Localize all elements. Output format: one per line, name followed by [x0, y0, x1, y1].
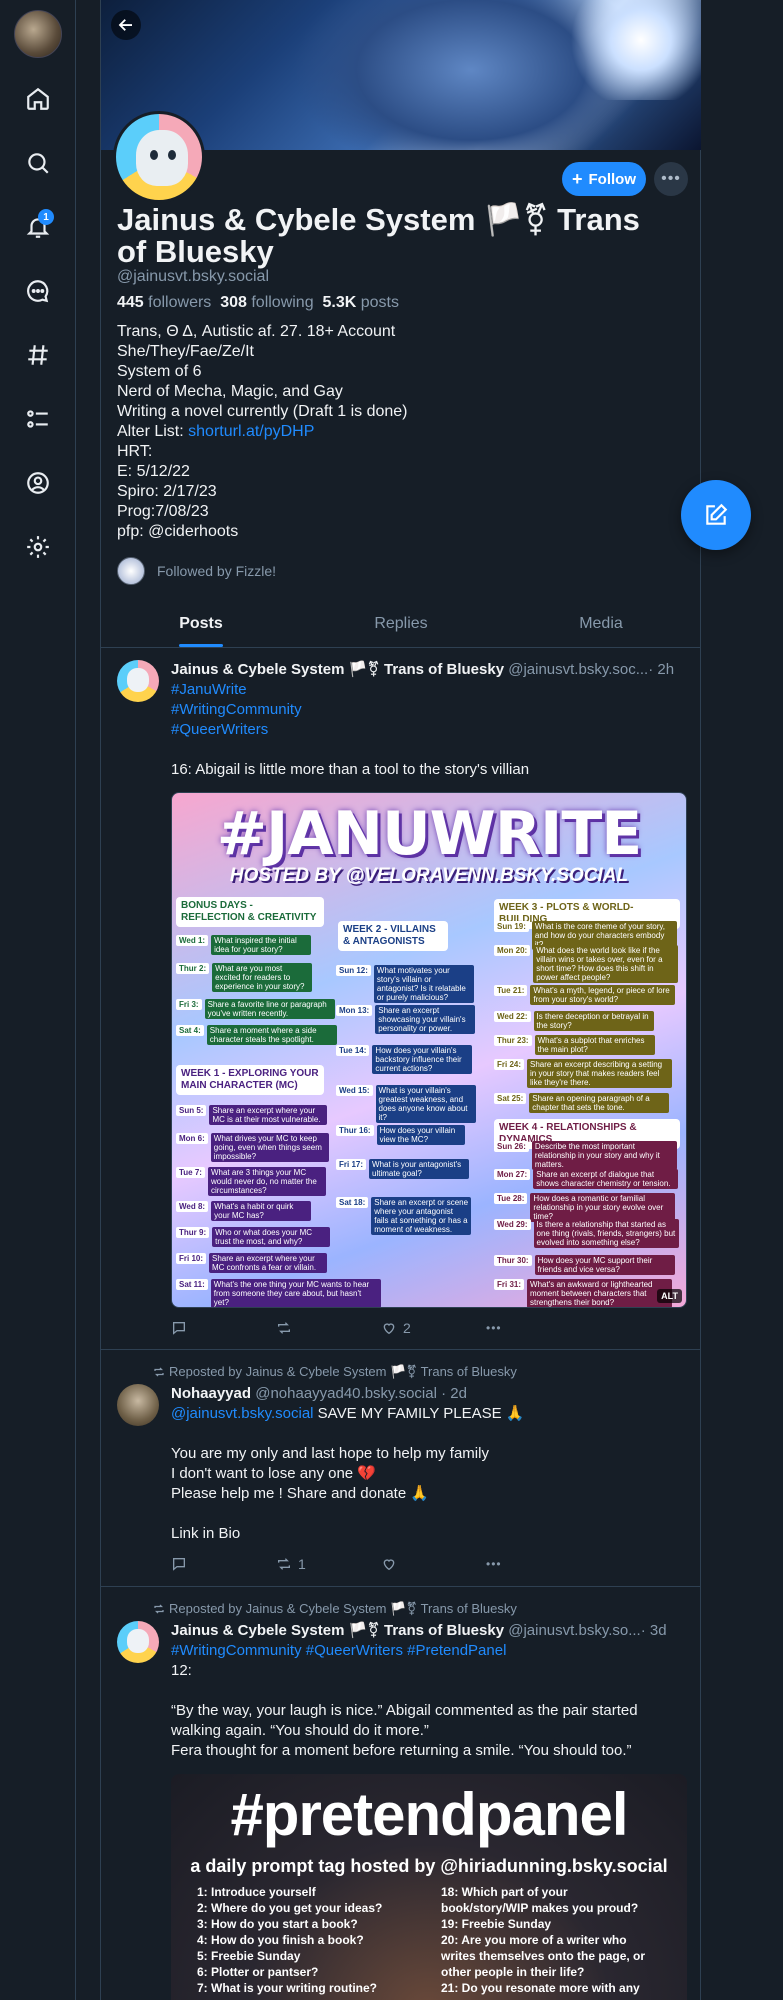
repost-icon [278, 1558, 290, 1570]
alter-list-link[interactable]: shorturl.at/pyDHP [188, 423, 314, 440]
compose-icon [706, 503, 728, 525]
profile-handle: @jainusvt.bsky.social [117, 268, 269, 285]
profile-main: + Follow ••• Jainus & Cybele System 🏳️⚧ … [100, 0, 701, 2000]
follower-avatar [117, 557, 145, 585]
home-icon[interactable] [22, 83, 54, 115]
post-image-januwrite[interactable]: #JANUWRITE HOSTED BY @VELORAVENN.BSKY.SO… [171, 792, 687, 1308]
like-button[interactable] [381, 1554, 486, 1574]
hashtag-link[interactable]: #WritingCommunity [171, 700, 687, 720]
following-link[interactable]: 308 following [220, 294, 313, 311]
display-name: Jainus & Cybele System 🏳️⚧ Trans of Blue… [117, 202, 640, 269]
post-avatar[interactable] [117, 1384, 159, 1426]
repost-indicator[interactable]: Reposted by Jainus & Cybele System 🏳️⚧ T… [153, 1601, 517, 1617]
heart-icon [383, 1323, 395, 1335]
compose-button[interactable] [681, 480, 751, 550]
post-author[interactable]: Jainus & Cybele System 🏳️⚧ Trans of Blue… [171, 1621, 687, 1641]
hashtag-link[interactable]: #QueerWriters [171, 720, 687, 740]
prompt-list-right: 18: Which part of your book/story/WIP mak… [441, 1885, 646, 1995]
hashtag-links[interactable]: #WritingCommunity #QueerWriters #Pretend… [171, 1641, 687, 1661]
repost-indicator[interactable]: Reposted by Jainus & Cybele System 🏳️⚧ T… [153, 1364, 517, 1380]
mention-link[interactable]: @jainusvt.bsky.social [171, 1405, 314, 1422]
profile-avatar[interactable] [113, 111, 205, 203]
profile-tabs: Posts Replies Media [101, 600, 701, 648]
notification-badge: 1 [38, 209, 54, 225]
post-menu-button[interactable]: ••• [486, 1318, 591, 1338]
post-text: 16: Abigail is little more than a tool t… [171, 761, 530, 778]
plus-icon: + [571, 169, 583, 189]
tab-media[interactable]: Media [501, 600, 701, 647]
repost-icon [154, 1367, 164, 1377]
post-actions: 2 ••• [171, 1318, 591, 1338]
prompt-list-left: 1: Introduce yourself 2: Where do you get… [197, 1885, 383, 1995]
heart-icon [383, 1559, 395, 1571]
tab-replies[interactable]: Replies [301, 600, 501, 647]
posts-count: 5.3K posts [322, 294, 400, 311]
chat-icon[interactable] [22, 275, 54, 307]
list-icon[interactable] [22, 403, 54, 435]
profile-stats: 445 followers 308 following 5.3K posts [117, 294, 399, 312]
followed-by[interactable]: Followed by Fizzle! [117, 557, 276, 585]
alt-text-badge[interactable]: ALT [657, 1289, 682, 1303]
post-menu-button[interactable]: ••• [486, 1554, 591, 1574]
feed-post[interactable]: Reposted by Jainus & Cybele System 🏳️⚧ T… [101, 1350, 701, 1587]
repost-icon [278, 1322, 290, 1334]
follow-button[interactable]: + Follow [562, 162, 646, 196]
reply-icon [173, 1558, 185, 1571]
back-button[interactable] [111, 10, 141, 40]
post-author[interactable]: Jainus & Cybele System 🏳️⚧ Trans of Blue… [171, 660, 687, 680]
hashtag-icon[interactable] [22, 339, 54, 371]
profile-icon[interactable] [22, 467, 54, 499]
repost-icon [154, 1604, 164, 1614]
like-button[interactable]: 2 [381, 1318, 486, 1338]
repost-button[interactable]: 1 [276, 1554, 381, 1574]
current-user-avatar[interactable] [14, 10, 62, 58]
reply-icon [173, 1322, 185, 1335]
post-actions: 1 ••• [171, 1554, 591, 1574]
post-image-pretendpanel[interactable]: #pretendpanel a daily prompt tag hosted … [171, 1774, 687, 2000]
settings-icon[interactable] [22, 531, 54, 563]
post-avatar[interactable] [117, 1621, 159, 1663]
reply-button[interactable] [171, 1318, 276, 1338]
ellipsis-icon: ••• [486, 1557, 502, 1571]
tab-posts[interactable]: Posts [101, 600, 301, 647]
post-avatar[interactable] [117, 660, 159, 702]
left-nav: 1 [0, 0, 76, 2000]
hashtag-link[interactable]: #JanuWrite [171, 680, 687, 700]
ellipsis-icon: ••• [486, 1321, 502, 1335]
repost-button[interactable] [276, 1318, 381, 1338]
followers-link[interactable]: 445 followers [117, 294, 211, 311]
arrow-left-icon [118, 19, 132, 31]
more-options-button[interactable]: ••• [654, 162, 688, 196]
search-icon[interactable] [22, 147, 54, 179]
ellipsis-icon: ••• [661, 170, 681, 187]
bell-icon[interactable]: 1 [22, 209, 54, 243]
post-author[interactable]: Nohaayyad @nohaayyad40.bsky.social · 2d [171, 1384, 687, 1404]
profile-bio: Trans, Θ Δ, Autistic af. 27. 18+ Account… [117, 323, 408, 540]
reply-button[interactable] [171, 1554, 276, 1574]
